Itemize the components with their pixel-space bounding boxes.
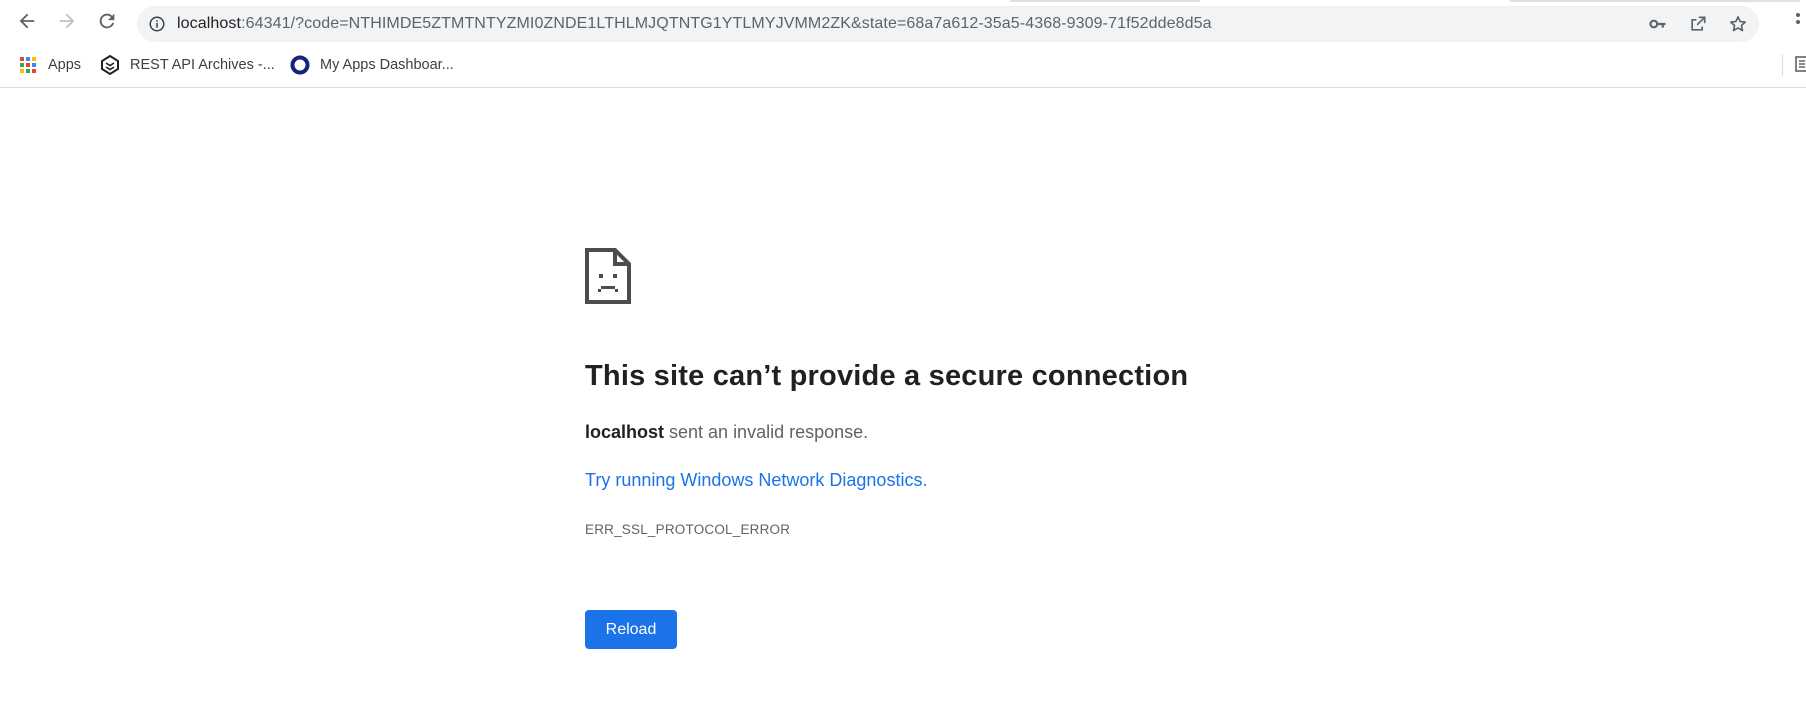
share-button[interactable] [1683,10,1713,38]
browser-toolbar: localhost:64341/?code=NTHIMDE5ZTMTNTYZMI… [0,0,1806,42]
address-bar[interactable]: localhost:64341/?code=NTHIMDE5ZTMTNTYZMI… [137,6,1759,42]
sad-page-icon [585,248,631,304]
bookmark-apps[interactable]: Apps [18,52,81,78]
bookmark-label: Apps [48,57,82,73]
address-bar-actions [1643,10,1753,38]
bookmark-star-button[interactable] [1723,10,1753,38]
share-icon [1691,16,1706,31]
tab-strip-edge [1010,0,1200,2]
error-title: This site can’t provide a secure connect… [585,360,1189,392]
error-description-text: sent an invalid response. [664,422,869,442]
tab-strip-edge [1510,0,1800,2]
bookmarks-bar: Apps REST API Archives -... My Apps Dash… [0,48,1806,82]
suggestion-period: . [922,470,928,490]
back-arrow-icon [19,13,35,29]
key-icon [1649,19,1666,29]
site-favicon-icon [100,55,120,75]
reload-button[interactable]: Reload [585,610,677,649]
url-text[interactable]: localhost:64341/?code=NTHIMDE5ZTMTNTYZMI… [177,14,1212,34]
error-suggestion: Try running Windows Network Diagnostics. [585,470,927,491]
back-button[interactable] [12,6,42,36]
toolbar-divider [0,87,1806,88]
forward-button[interactable] [52,6,82,36]
bookmark-rest-api-archives[interactable]: REST API Archives -... [100,52,275,78]
reload-icon [99,13,115,29]
bookmarks-separator [1782,54,1783,76]
bookmark-label: My Apps Dashboar... [320,57,454,73]
reload-page-button[interactable] [92,6,122,36]
bookmark-label: REST API Archives -... [130,57,275,73]
url-host: localhost [177,15,242,32]
site-info-button[interactable] [147,14,167,34]
bookmark-my-apps-dashboard[interactable]: My Apps Dashboar... [290,52,454,78]
kebab-menu-icon[interactable] [1790,10,1804,34]
error-host: localhost [585,422,665,442]
apps-grid-icon [18,55,38,75]
forward-arrow-icon [59,13,75,29]
circle-favicon-icon [290,55,310,75]
reading-list-icon[interactable] [1795,56,1806,72]
url-path: :64341/?code=NTHIMDE5ZTMTNTYZMI0ZNDE1LTH… [241,15,1212,32]
star-icon [1729,16,1747,32]
password-button[interactable] [1643,10,1673,38]
network-diagnostics-link[interactable]: Try running Windows Network Diagnostics [585,470,922,490]
info-icon [149,16,165,32]
error-code: ERR_SSL_PROTOCOL_ERROR [585,522,791,537]
error-description: localhost sent an invalid response. [585,422,868,443]
